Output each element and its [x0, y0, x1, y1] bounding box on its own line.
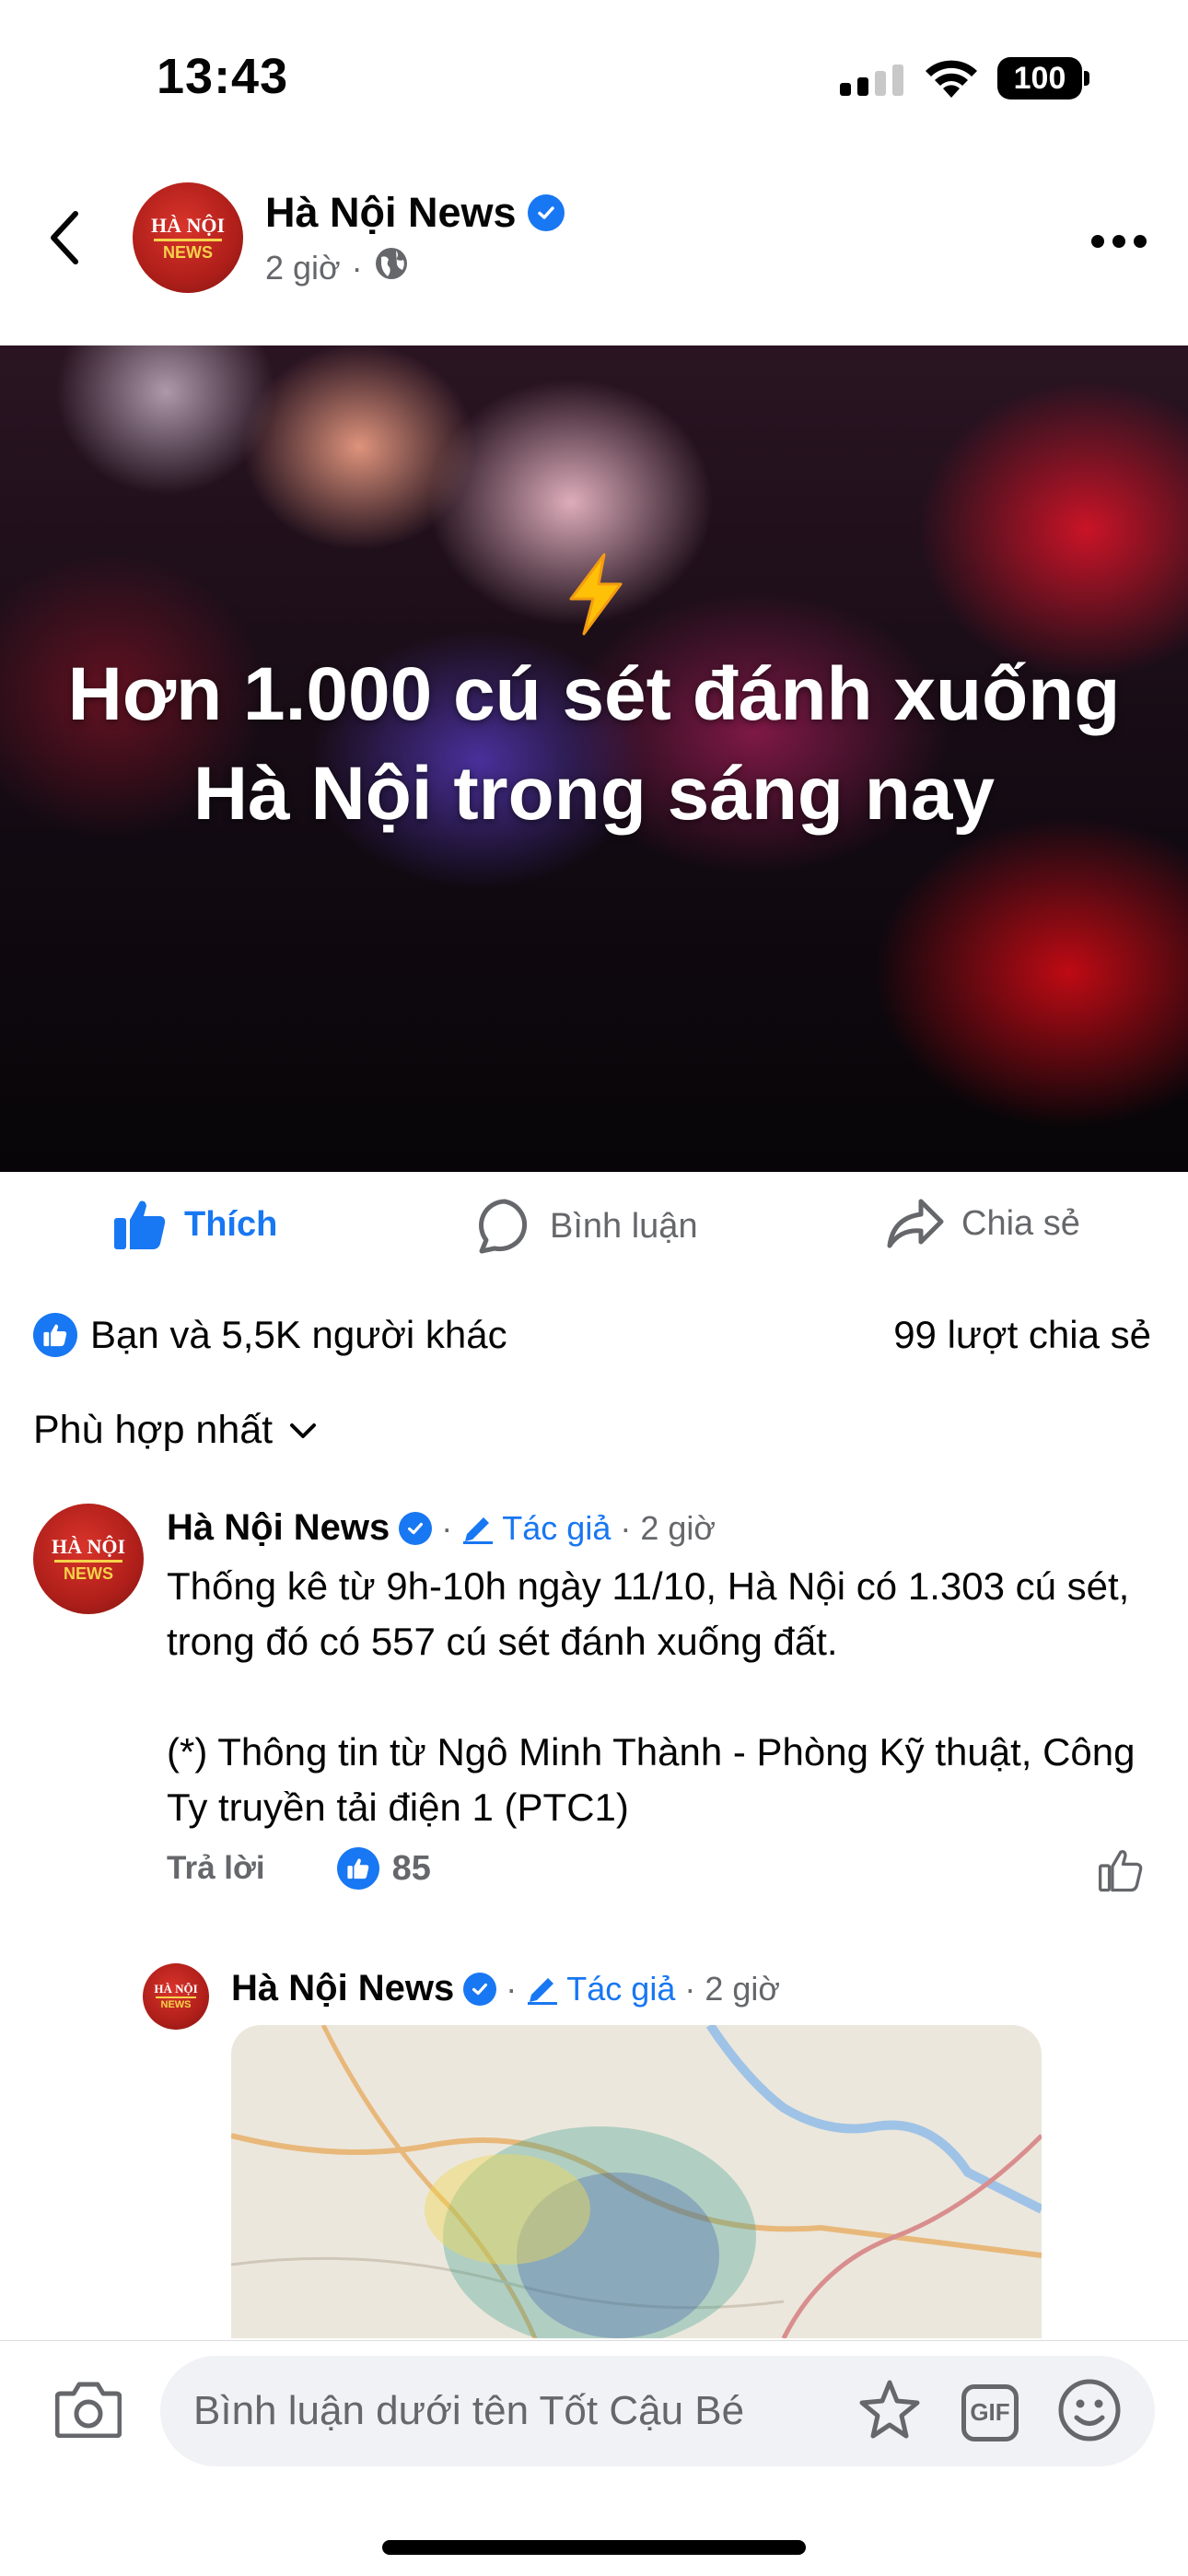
reply-meta: · Tác giả · 2 giờ	[506, 1969, 781, 2008]
verified-badge-icon	[463, 1972, 497, 2006]
cellular-signal-icon	[840, 64, 903, 96]
wifi-icon	[923, 57, 980, 104]
share-button[interactable]: Chia sẻ	[886, 1198, 1080, 1249]
comment-avatar[interactable]: HÀ NỘI NEWS	[33, 1504, 144, 1614]
emoji-icon[interactable]	[1057, 2378, 1122, 2447]
avatar-divider	[54, 1559, 122, 1563]
author-badge-label: Tác giả	[566, 1969, 676, 2008]
post-image[interactable]: Hơn 1.000 cú sét đánh xuống Hà Nội trong…	[0, 345, 1188, 1172]
sticker-star-icon[interactable]	[856, 2377, 923, 2448]
comment-like-button[interactable]	[1098, 1848, 1144, 1897]
avatar-divider	[154, 238, 222, 241]
comment-header: Hà Nội News · Tác giả · 2 giờ	[167, 1507, 716, 1549]
like-label: Thích	[184, 1204, 278, 1244]
comment-likes-number: 85	[391, 1848, 431, 1888]
composer-tools: GIF	[856, 2377, 1122, 2448]
page-name[interactable]: Hà Nội News	[265, 189, 517, 237]
like-button[interactable]: Thích	[112, 1198, 277, 1251]
avatar-text-line1: HÀ NỘI	[51, 1534, 126, 1558]
comment-time: 2 giờ	[640, 1508, 716, 1547]
comment-like-count[interactable]: 85	[336, 1847, 431, 1890]
author-badge: Tác giả	[461, 1509, 611, 1548]
author-badge: Tác giả	[526, 1970, 675, 2008]
avatar-text-line2: NEWS	[64, 1563, 113, 1583]
reactions-text: Bạn và 5,5K người khác	[90, 1313, 507, 1356]
back-button[interactable]	[48, 210, 81, 270]
more-options-icon[interactable]	[1091, 235, 1147, 248]
pencil-icon	[528, 1977, 558, 2005]
chevron-down-icon	[290, 1423, 317, 1438]
map-graphic	[231, 2025, 1042, 2338]
comment-label: Bình luận	[550, 1206, 698, 1246]
battery-indicator: 100	[997, 57, 1082, 100]
sort-label: Phù hợp nhất	[33, 1408, 274, 1452]
home-indicator[interactable]	[382, 2540, 806, 2555]
reply-author-name[interactable]: Hà Nội News	[231, 1968, 454, 2009]
share-label: Chia sẻ	[961, 1203, 1080, 1243]
comment-actions: Trả lời 85	[167, 1847, 431, 1890]
avatar-text-line1: HÀ NỘI	[154, 1982, 198, 1996]
reply-header: Hà Nội News · Tác giả · 2 giờ	[231, 1968, 780, 2009]
like-reaction-icon	[336, 1847, 379, 1890]
battery-tip	[1084, 71, 1089, 86]
comment-button[interactable]: Bình luận	[476, 1198, 698, 1255]
avatar-divider	[156, 1996, 196, 1998]
post-time[interactable]: 2 giờ	[265, 249, 341, 287]
avatar-text-line2: NEWS	[160, 1999, 192, 2010]
meta-separator: ·	[351, 248, 363, 287]
verified-badge-icon	[399, 1511, 433, 1545]
author-badge-label: Tác giả	[502, 1508, 611, 1547]
share-arrow-icon	[887, 1199, 944, 1248]
comment-bubble-icon	[479, 1199, 528, 1254]
globe-icon	[374, 246, 409, 289]
verified-badge-icon	[527, 194, 565, 231]
comment-author-name[interactable]: Hà Nội News	[167, 1507, 390, 1549]
post-meta: 2 giờ ·	[265, 246, 409, 289]
chevron-left-icon	[51, 211, 78, 264]
thumbs-up-outline-icon	[1099, 1850, 1143, 1892]
comment-sort-dropdown[interactable]: Phù hợp nhất	[33, 1408, 317, 1453]
status-time: 13:43	[157, 49, 289, 104]
post-headline: Hơn 1.000 cú sét đánh xuống Hà Nội trong…	[67, 652, 1121, 836]
comment-text: Thống kê từ 9h-10h ngày 11/10, Hà Nội có…	[167, 1564, 1136, 1829]
lightning-map-image[interactable]	[231, 2025, 1042, 2338]
reply-button[interactable]: Trả lời	[167, 1850, 265, 1887]
thumbs-up-icon	[114, 1200, 166, 1249]
reply-time: 2 giờ	[705, 1969, 781, 2008]
page-name-row[interactable]: Hà Nội News	[265, 189, 565, 237]
comment-meta: · Tác giả · 2 giờ	[441, 1508, 716, 1548]
shares-count[interactable]: 99 lượt chia sẻ	[893, 1313, 1151, 1357]
page-avatar[interactable]: HÀ NỘI NEWS	[133, 182, 243, 293]
lightning-emoji-icon	[564, 553, 628, 640]
pencil-icon	[463, 1516, 494, 1544]
avatar-text-line1: HÀ NỘI	[150, 213, 226, 237]
like-reaction-icon	[33, 1313, 77, 1357]
gif-button[interactable]: GIF	[961, 2383, 1019, 2441]
camera-icon[interactable]	[54, 2381, 122, 2442]
avatar-text-line2: NEWS	[163, 242, 213, 262]
reactions-summary[interactable]: Bạn và 5,5K người khác	[33, 1313, 507, 1357]
reply-avatar[interactable]: HÀ NỘI NEWS	[143, 1963, 209, 2030]
